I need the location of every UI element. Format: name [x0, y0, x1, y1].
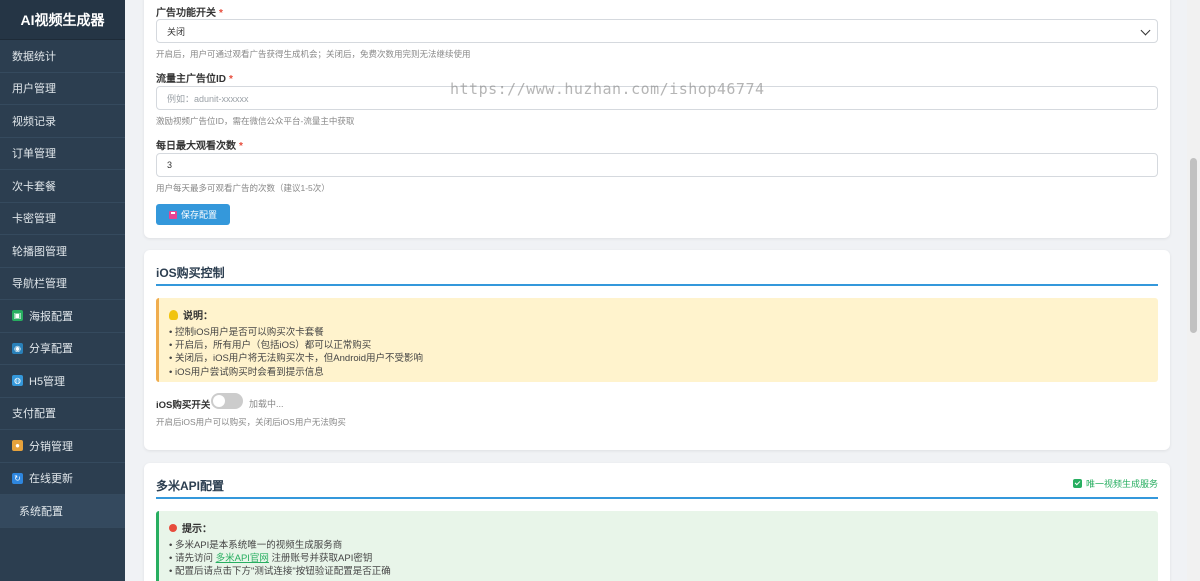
sidebar-item[interactable]: ↻ 在线更新	[0, 463, 125, 495]
badge-label: 唯一视频生成服务	[1085, 479, 1158, 489]
ios-notice-line: • 关闭后，iOS用户将无法购买次卡，但Android用户不受影响	[169, 353, 424, 365]
sidebar-item-label: 导航栏管理	[12, 278, 67, 291]
toggle-knob	[213, 395, 225, 407]
adunit-input[interactable]: 例如：adunit-xxxxxx	[156, 86, 1158, 110]
ios-notice: 说明： • 控制iOS用户是否可以购买次卡套餐 • 开启后，所有用户（包括iOS…	[156, 298, 1158, 382]
sidebar-item[interactable]: ◉ 分享配置	[0, 333, 125, 365]
chevron-down-icon	[1140, 25, 1151, 36]
section-divider	[156, 284, 1158, 286]
max-views-label: 每日最大观看次数 *	[156, 141, 243, 152]
section-divider	[156, 497, 1158, 499]
ios-purchase-toggle[interactable]	[211, 393, 243, 409]
ad-switch-select[interactable]: 关闭	[156, 19, 1158, 43]
sidebar: AI视频生成器 数据统计用户管理视频记录订单管理次卡套餐卡密管理轮播图管理导航栏…	[0, 0, 125, 581]
sidebar-item[interactable]: ● 分销管理	[0, 430, 125, 463]
sidebar-item-label: 用户管理	[12, 83, 56, 96]
sidebar-item-label: 系统配置	[19, 505, 63, 518]
unique-service-badge: 唯一视频生成服务	[1072, 477, 1158, 490]
duomi-website-link[interactable]: 多米API官网	[216, 553, 269, 564]
floppy-disk-icon	[168, 210, 177, 219]
sidebar-item-label: 支付配置	[12, 408, 56, 421]
ios-notice-line: • iOS用户尝试购买时会看到提示信息	[169, 366, 324, 378]
globe-icon: ◍	[12, 375, 23, 387]
duomi-api-card: 多米API配置 唯一视频生成服务 提示： • 多米API是本系统唯一的视频生成服…	[144, 463, 1170, 581]
ios-toggle-status: 加载中...	[249, 399, 284, 409]
ios-notice-line: • 控制iOS用户是否可以购买次卡套餐	[169, 327, 324, 338]
sidebar-item-label: 分享配置	[29, 343, 73, 356]
ios-notice-title: 说明：	[183, 311, 213, 322]
adunit-help: 激励视频广告位ID，需在微信公众平台-流量主中获取	[156, 116, 355, 126]
duomi-notice-title: 提示：	[182, 524, 212, 535]
duomi-notice-line: • 请先访问 多米API官网 注册账号并获取API密钥	[169, 553, 373, 565]
ios-notice-line: • 开启后，所有用户（包括iOS）都可以正常购买	[169, 340, 372, 352]
main-content: 广告功能开关 * 关闭 开启后，用户可通过观看广告获得生成机会；关闭后，免费次数用…	[125, 0, 1187, 581]
ad-switch-help: 开启后，用户可通过观看广告获得生成机会；关闭后，免费次数用完则无法继续使用	[156, 49, 471, 59]
pushpin-icon	[169, 523, 177, 532]
sidebar-item[interactable]: 系统配置	[0, 495, 125, 528]
sidebar-item-label: 数据统计	[12, 50, 56, 63]
sidebar-item[interactable]: 卡密管理	[0, 203, 125, 235]
ios-section-title: iOS购买控制	[156, 266, 225, 280]
ad-switch-label: 广告功能开关 *	[156, 8, 223, 19]
sidebar-item[interactable]: 视频记录	[0, 105, 125, 138]
max-views-value: 3	[167, 160, 173, 170]
app-brand: AI视频生成器	[0, 0, 125, 40]
sidebar-item[interactable]: ▣ 海报配置	[0, 300, 125, 333]
share-icon: ◉	[12, 342, 23, 354]
refresh-icon: ↻	[12, 472, 23, 484]
ad-config-card: 广告功能开关 * 关闭 开启后，用户可通过观看广告获得生成机会；关闭后，免费次数用…	[144, 0, 1170, 238]
sidebar-nav: 数据统计用户管理视频记录订单管理次卡套餐卡密管理轮播图管理导航栏管理 ▣ 海报配置 ◉…	[0, 40, 125, 528]
duomi-notice-line: • 配置后请点击下方"测试连接"按钮验证配置是否正确	[169, 566, 391, 578]
sidebar-item[interactable]: ◍ H5管理	[0, 365, 125, 398]
sidebar-item-label: 分销管理	[29, 440, 73, 453]
ad-switch-value: 关闭	[167, 26, 186, 37]
ios-control-card: iOS购买控制 说明： • 控制iOS用户是否可以购买次卡套餐 • 开启后，所有…	[144, 250, 1170, 450]
sidebar-item[interactable]: 导航栏管理	[0, 268, 125, 300]
sidebar-item-label: 海报配置	[29, 310, 73, 323]
max-views-input[interactable]: 3	[156, 153, 1158, 177]
money-bag-icon: ●	[12, 440, 23, 452]
adunit-label: 流量主广告位ID *	[156, 74, 233, 85]
ios-toggle-help: 开启后iOS用户可以购买，关闭后iOS用户无法购买	[156, 417, 346, 427]
duomi-section-title: 多米API配置	[156, 479, 225, 493]
sidebar-item-label: 订单管理	[12, 148, 56, 161]
sidebar-item-label: 轮播图管理	[12, 245, 67, 258]
image-icon: ▣	[12, 310, 23, 322]
save-config-button[interactable]: 保存配置	[156, 204, 230, 225]
sidebar-item-label: 视频记录	[12, 115, 56, 128]
max-views-help: 用户每天最多可观看广告的次数（建议1-5次）	[156, 183, 330, 193]
sidebar-item-label: 在线更新	[29, 473, 73, 486]
sidebar-item[interactable]: 数据统计	[0, 40, 125, 73]
scrollbar-thumb[interactable]	[1190, 158, 1197, 333]
check-icon	[1072, 479, 1082, 488]
sidebar-item-label: 次卡套餐	[12, 180, 56, 193]
sidebar-item-label: 卡密管理	[12, 213, 56, 226]
duomi-notice: 提示： • 多米API是本系统唯一的视频生成服务商 • 请先访问 多米API官网…	[156, 511, 1158, 581]
sidebar-item[interactable]: 轮播图管理	[0, 235, 125, 268]
page-scrollbar[interactable]	[1187, 0, 1200, 581]
adunit-placeholder: 例如：adunit-xxxxxx	[167, 93, 249, 104]
ios-toggle-label: iOS购买开关	[156, 400, 211, 411]
duomi-notice-line: • 多米API是本系统唯一的视频生成服务商	[169, 540, 343, 551]
sidebar-item[interactable]: 订单管理	[0, 138, 125, 170]
sidebar-item[interactable]: 次卡套餐	[0, 170, 125, 203]
sidebar-item[interactable]: 支付配置	[0, 398, 125, 430]
save-config-label: 保存配置	[180, 210, 217, 220]
lightbulb-icon	[169, 309, 178, 320]
sidebar-item[interactable]: 用户管理	[0, 73, 125, 105]
sidebar-item-label: H5管理	[29, 375, 66, 388]
